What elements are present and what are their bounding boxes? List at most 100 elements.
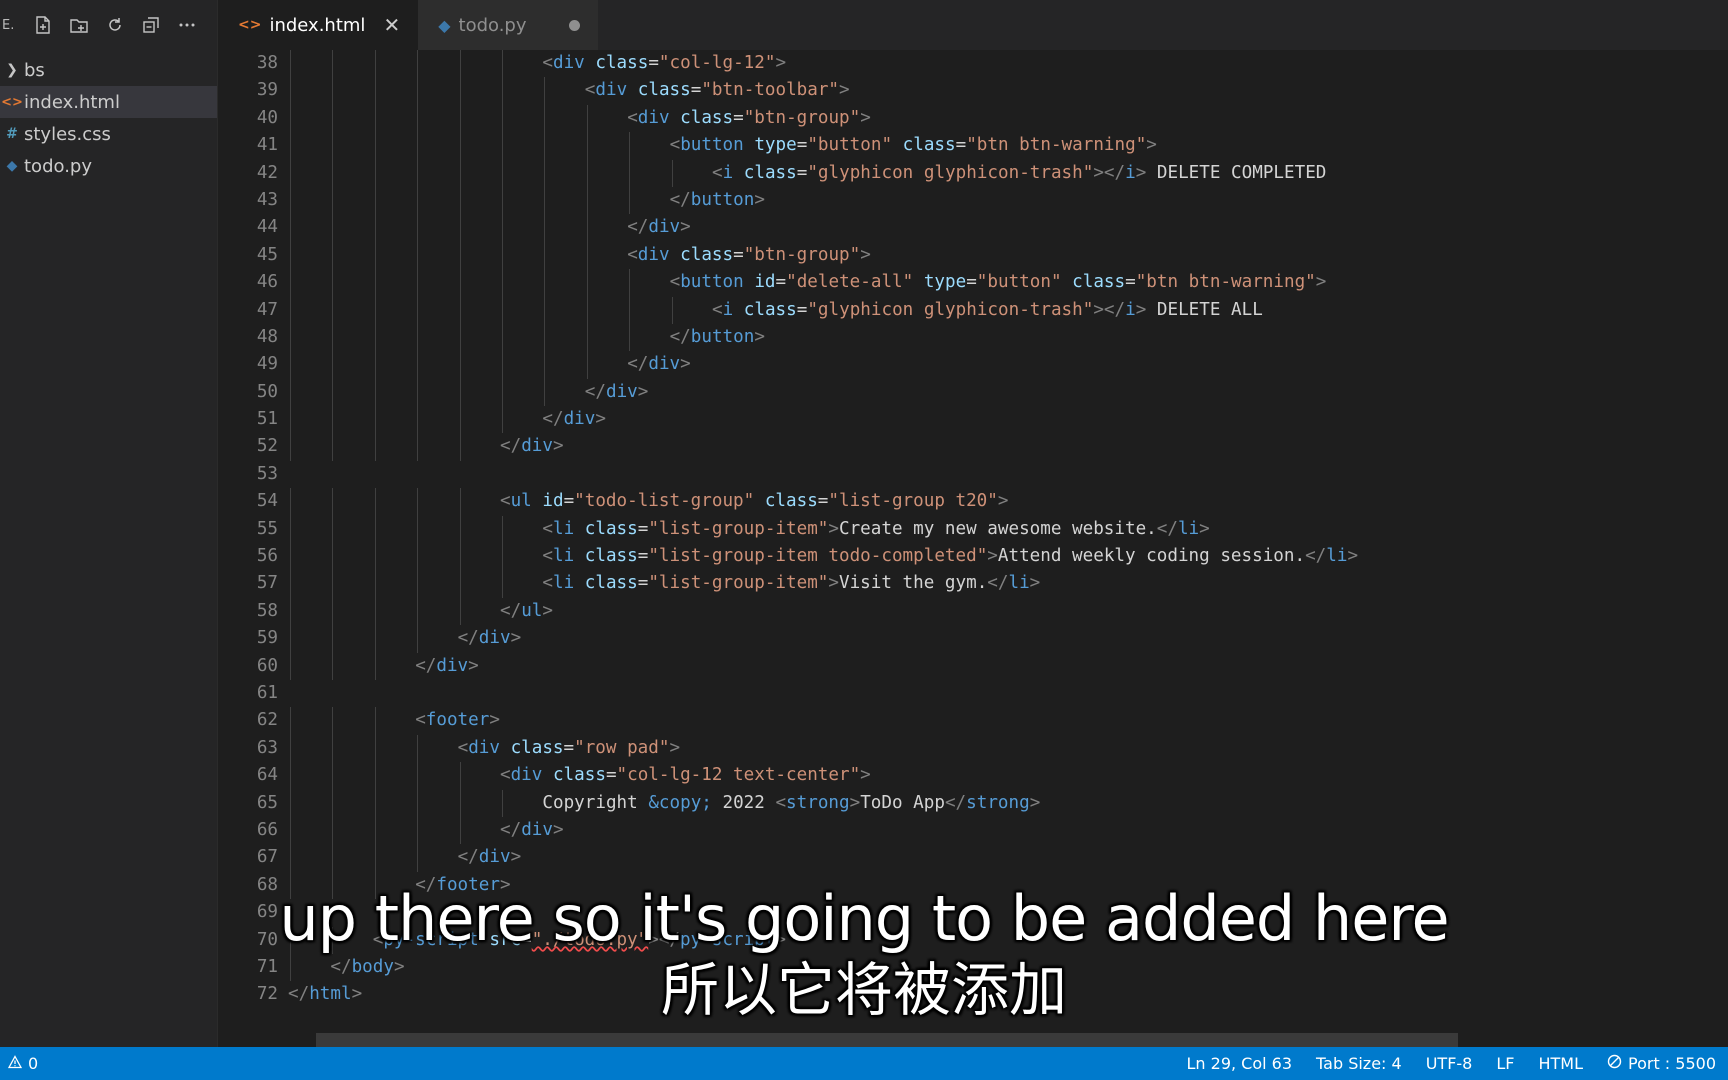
code-line[interactable]: 48 </button> xyxy=(218,323,1728,352)
code-token: > xyxy=(1135,162,1147,183)
code-line[interactable]: 54 <ul id="todo-list-group" class="list-g… xyxy=(218,488,1728,516)
code-line[interactable]: 56 <li class="list-group-item todo-comple… xyxy=(218,543,1728,571)
indent-guide xyxy=(332,214,334,242)
code-line[interactable]: 61 xyxy=(218,680,1728,707)
code-line[interactable]: 42 <i class="glyphicon glyphicon-trash"><… xyxy=(218,159,1728,187)
tree-item-label: todo.py xyxy=(24,155,92,177)
code-line[interactable]: 58 </ul> xyxy=(218,597,1728,626)
problems-indicator[interactable]: 0 xyxy=(7,1054,38,1073)
new-file-icon[interactable] xyxy=(32,14,54,36)
code-line[interactable]: 72 </html> xyxy=(218,981,1728,1008)
tree-item-styles-css[interactable]: # styles.css xyxy=(0,118,217,150)
code-line[interactable]: 50 </div> xyxy=(218,378,1728,407)
indent-guide xyxy=(502,50,503,78)
cursor-position[interactable]: Ln 29, Col 63 xyxy=(1187,1054,1293,1073)
tab-label: index.html xyxy=(269,14,366,36)
indent-guide xyxy=(671,159,673,187)
indent-guide xyxy=(374,652,376,680)
code-line[interactable]: 43 </button> xyxy=(218,186,1728,215)
code-token: footer xyxy=(425,710,490,731)
code-line[interactable]: 60 </div> xyxy=(218,652,1728,680)
line-number: 52 xyxy=(256,436,278,457)
code-content: </div> xyxy=(415,653,479,680)
code-content: <i class="glyphicon glyphicon-trash"></i… xyxy=(712,297,1263,324)
editor-tab-bar: <> index.html ✕ ◆ todo.py xyxy=(218,0,1728,50)
code-token: </ xyxy=(330,956,352,977)
code-line[interactable]: 64 <div class="col-lg-12 text-center"> xyxy=(218,762,1728,790)
line-number: 63 xyxy=(256,737,278,758)
horizontal-scrollbar[interactable] xyxy=(316,1033,1458,1047)
close-icon[interactable]: ✕ xyxy=(383,13,400,37)
code-token: class xyxy=(510,737,564,758)
tab-todo-py[interactable]: ◆ todo.py xyxy=(418,0,598,50)
indent-guide xyxy=(586,323,588,352)
tree-item-todo-py[interactable]: ◆ todo.py xyxy=(0,150,217,182)
indent-guide xyxy=(332,323,334,352)
indent-guide xyxy=(290,132,291,160)
tab-index-html[interactable]: <> index.html ✕ xyxy=(218,0,419,50)
line-number: 47 xyxy=(256,299,278,320)
code-line[interactable]: 65 Copyright &copy; 2022 <strong>ToDo App… xyxy=(218,789,1728,817)
code-line[interactable]: 47 <i class="glyphicon glyphicon-trash"><… xyxy=(218,296,1728,324)
indent-guide xyxy=(417,351,419,379)
indent-guide xyxy=(374,816,376,845)
code-line[interactable]: 70 <py-script src="./todo.py"></py-script… xyxy=(218,926,1728,954)
code-token: = xyxy=(733,244,744,265)
code-line[interactable]: 55 <li class="list-group-item">Create my … xyxy=(218,515,1728,544)
language-mode[interactable]: HTML xyxy=(1538,1054,1583,1073)
more-actions-icon[interactable] xyxy=(176,14,198,36)
tree-item-bs[interactable]: ❯ bs xyxy=(0,54,217,86)
code-token: div xyxy=(436,655,469,676)
code-token: = xyxy=(775,272,787,293)
unsaved-dot-icon[interactable] xyxy=(568,19,580,31)
code-token: body xyxy=(351,956,394,977)
code-line[interactable]: 45 <div class="btn-group"> xyxy=(218,241,1728,270)
refresh-icon[interactable] xyxy=(104,14,126,36)
indent-guide xyxy=(502,104,503,133)
code-line[interactable]: 51 </div> xyxy=(218,406,1728,434)
tab-size[interactable]: Tab Size: 4 xyxy=(1316,1054,1402,1073)
code-line[interactable]: 53 xyxy=(218,461,1728,488)
code-lines: 38 <div class="col-lg-12"> 39 <div class="b… xyxy=(218,50,1728,1009)
code-token: </ xyxy=(669,326,691,347)
code-line[interactable]: 39 <div class="btn-toolbar"> xyxy=(218,77,1728,105)
tree-item-index-html[interactable]: <> index.html xyxy=(0,86,217,118)
indent-guide xyxy=(290,159,291,187)
indent-guide xyxy=(459,77,461,105)
code-line[interactable]: 68 </footer> xyxy=(218,871,1728,900)
tree-item-label: styles.css xyxy=(24,123,111,145)
encoding[interactable]: UTF-8 xyxy=(1426,1054,1473,1073)
code-line[interactable]: 57 <li class="list-group-item">Visit the … xyxy=(218,570,1728,598)
code-line[interactable]: 63 <div class="row pad"> xyxy=(218,734,1728,763)
live-server-port[interactable]: Port : 5500 xyxy=(1607,1054,1716,1073)
code-line[interactable]: 66 </div> xyxy=(218,816,1728,845)
indent-guide xyxy=(544,323,546,352)
code-token: "button" xyxy=(976,272,1062,293)
css-file-icon: # xyxy=(6,126,18,142)
indent-guide xyxy=(586,104,588,133)
collapse-all-icon[interactable] xyxy=(140,14,162,36)
code-line[interactable]: 59 </div> xyxy=(218,625,1728,653)
indent-guide xyxy=(374,77,376,105)
code-line[interactable]: 40 <div class="btn-group"> xyxy=(218,104,1728,133)
code-line[interactable]: 62 <footer> xyxy=(218,707,1728,735)
code-line[interactable]: 41 <button type="button" class="btn btn-w… xyxy=(218,132,1728,160)
code-line[interactable]: 49 </div> xyxy=(218,351,1728,379)
code-token: > xyxy=(1347,546,1359,567)
indent-guide xyxy=(459,515,461,544)
code-line[interactable]: 38 <div class="col-lg-12"> xyxy=(218,50,1728,78)
new-folder-icon[interactable] xyxy=(68,14,90,36)
code-line[interactable]: 71 </body> xyxy=(218,953,1728,982)
code-line[interactable]: 67 </div> xyxy=(218,844,1728,872)
code-line[interactable]: 69 xyxy=(218,899,1728,926)
code-line[interactable]: 44 </div> xyxy=(218,214,1728,242)
code-token: > xyxy=(860,244,871,265)
code-editor[interactable]: 38 <div class="col-lg-12"> 39 <div class="b… xyxy=(218,50,1728,1047)
code-line[interactable]: 46 <button id="delete-all" type="button" … xyxy=(218,269,1728,297)
indent-guide xyxy=(629,186,631,215)
code-token: div xyxy=(478,628,511,649)
code-line[interactable]: 52 </div> xyxy=(218,433,1728,461)
line-ending[interactable]: LF xyxy=(1496,1054,1514,1073)
